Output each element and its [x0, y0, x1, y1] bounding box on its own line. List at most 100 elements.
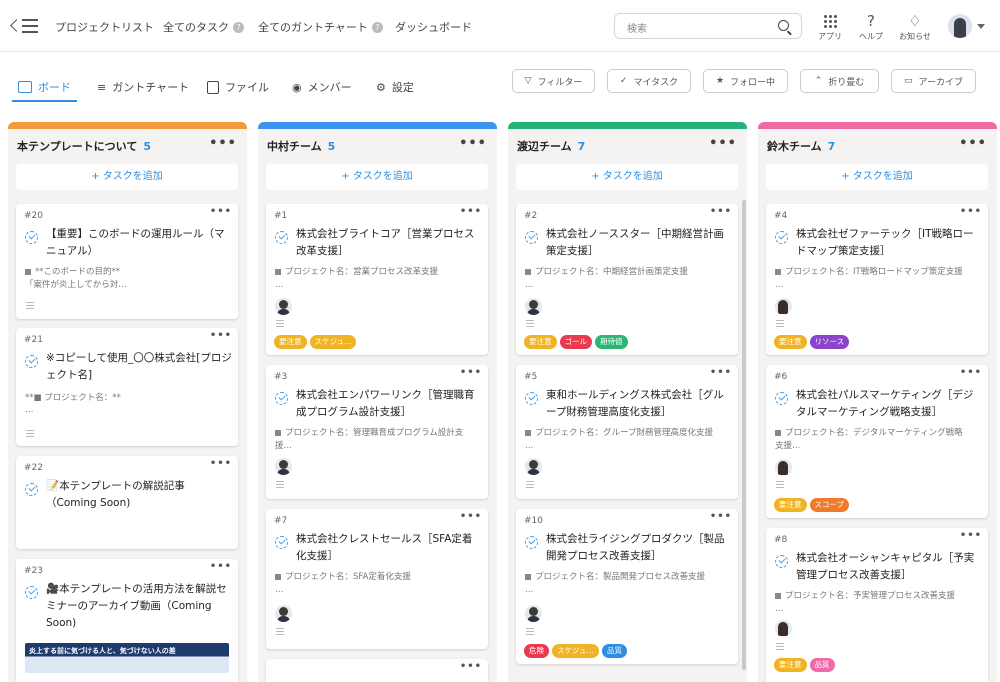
- column-scrollbar[interactable]: [742, 200, 746, 670]
- task-card[interactable]: •••: [266, 659, 488, 682]
- card-more-icon[interactable]: •••: [460, 367, 482, 378]
- tag[interactable]: リソース: [809, 335, 850, 349]
- tag[interactable]: スケジュ…: [552, 644, 599, 658]
- collapse-button[interactable]: ⌃ 折り畳む: [800, 69, 879, 93]
- nav-dashboard[interactable]: ダッシュボード: [395, 19, 472, 35]
- card-more-icon[interactable]: •••: [710, 367, 732, 378]
- task-title: 🎥本テンプレートの活用方法を解説セミナーのアーカイブ動画（Coming Soon…: [46, 583, 227, 629]
- tab-board[interactable]: ボード: [12, 72, 77, 102]
- check-circle-icon[interactable]: [525, 231, 538, 244]
- column-more-icon[interactable]: •••: [459, 136, 487, 151]
- task-card[interactable]: #22 ••• 📝本テンプレートの解説記事（Coming Soon): [16, 456, 238, 549]
- card-more-icon[interactable]: •••: [710, 511, 732, 522]
- card-more-icon[interactable]: •••: [460, 206, 482, 217]
- description-icon: [526, 320, 534, 327]
- board-icon: [18, 81, 32, 93]
- help-button[interactable]: ? ヘルプ: [851, 11, 891, 42]
- card-more-icon[interactable]: •••: [210, 561, 232, 572]
- column-more-icon[interactable]: •••: [709, 136, 737, 151]
- filter-button[interactable]: ▽ フィルター: [512, 69, 595, 93]
- task-card[interactable]: #20 ••• 【重要】このボードの運用ルール（マニュアル） **このボードの目…: [16, 204, 238, 319]
- tab-members[interactable]: ◉ メンバー: [292, 72, 352, 102]
- tag[interactable]: 要注意: [524, 335, 557, 349]
- task-card[interactable]: #7 ••• 株式会社クレストセールス［SFA定着化支援］ プロジェクト名：SF…: [266, 509, 488, 649]
- card-more-icon[interactable]: •••: [960, 206, 982, 217]
- assignee-avatar[interactable]: [275, 298, 292, 315]
- check-circle-icon[interactable]: [25, 586, 38, 599]
- help-circle-icon[interactable]: ?: [371, 21, 383, 33]
- notifications-button[interactable]: ♢ お知らせ: [895, 11, 935, 42]
- card-more-icon[interactable]: •••: [960, 530, 982, 541]
- task-card[interactable]: #6 ••• 株式会社パルスマーケティング［デジタルマーケティング戦略支援］ プ…: [766, 365, 988, 518]
- check-circle-icon[interactable]: [775, 392, 788, 405]
- search-input[interactable]: 検索: [614, 13, 802, 39]
- tag[interactable]: 危険: [524, 644, 549, 658]
- card-more-icon[interactable]: •••: [710, 206, 732, 217]
- check-circle-icon[interactable]: [775, 231, 788, 244]
- assignee-avatar[interactable]: [775, 459, 792, 476]
- assignee-avatar[interactable]: [525, 605, 542, 622]
- check-circle-icon[interactable]: [275, 392, 288, 405]
- check-circle-icon[interactable]: [275, 536, 288, 549]
- task-card[interactable]: #21 ••• ※コピーして使用_〇〇株式会社[プロジェクト名] **■ プロジ…: [16, 328, 238, 446]
- tab-gantt[interactable]: ≡ ガントチャート: [97, 72, 189, 102]
- task-card[interactable]: #8 ••• 株式会社オーシャンキャピタル［予実管理プロセス改善支援］ プロジェ…: [766, 528, 988, 682]
- card-more-icon[interactable]: •••: [460, 511, 482, 522]
- assignee-avatar[interactable]: [275, 605, 292, 622]
- my-tasks-button[interactable]: ✓ マイタスク: [607, 69, 691, 93]
- tag[interactable]: ゴール: [559, 335, 592, 349]
- check-circle-icon[interactable]: [25, 483, 38, 496]
- apps-button[interactable]: アプリ: [810, 11, 850, 42]
- search-icon[interactable]: [778, 20, 789, 31]
- tag[interactable]: スコープ: [809, 498, 850, 512]
- nav-project-list[interactable]: プロジェクトリスト: [55, 19, 154, 35]
- task-card[interactable]: #3 ••• 株式会社エンパワーリンク［管理職育成プログラム設計支援］ プロジェ…: [266, 365, 488, 499]
- tag[interactable]: 要注意: [774, 498, 807, 512]
- assignee-avatar[interactable]: [275, 458, 292, 475]
- nav-all-gantt[interactable]: 全てのガントチャート?: [258, 19, 383, 35]
- check-circle-icon[interactable]: [25, 231, 38, 244]
- task-card[interactable]: #23 ••• 🎥本テンプレートの活用方法を解説セミナーのアーカイブ動画（Com…: [16, 559, 238, 682]
- add-task-button[interactable]: + タスクを追加: [266, 164, 488, 190]
- check-circle-icon[interactable]: [525, 536, 538, 549]
- tab-files[interactable]: ファイル: [207, 72, 269, 102]
- task-card[interactable]: #2 ••• 株式会社ノーススター［中期経営計画策定支援］ プロジェクト名：中期…: [516, 204, 738, 355]
- check-circle-icon[interactable]: [275, 231, 288, 244]
- add-task-button[interactable]: + タスクを追加: [16, 164, 238, 190]
- task-card[interactable]: #10 ••• 株式会社ライジングプロダクツ［製品開発プロセス改善支援］ プロジ…: [516, 509, 738, 664]
- assignee-avatar[interactable]: [775, 620, 792, 637]
- tag[interactable]: 要注意: [774, 658, 807, 672]
- tag[interactable]: 要注意: [274, 335, 307, 349]
- nav-all-tasks[interactable]: 全てのタスク?: [163, 19, 244, 35]
- assignee-avatar[interactable]: [525, 458, 542, 475]
- tag[interactable]: スケジュ…: [309, 335, 357, 349]
- archive-button[interactable]: ▭ アーカイブ: [891, 69, 976, 93]
- check-circle-icon[interactable]: [775, 555, 788, 568]
- tab-settings[interactable]: ⚙ 設定: [376, 72, 414, 102]
- tag[interactable]: 品質: [809, 658, 835, 672]
- user-avatar[interactable]: [948, 14, 972, 38]
- card-more-icon[interactable]: •••: [960, 367, 982, 378]
- task-card[interactable]: #1 ••• 株式会社ブライトコア［営業プロセス改革支援］ プロジェクト名：営業…: [266, 204, 488, 355]
- card-more-icon[interactable]: •••: [210, 206, 232, 217]
- column-more-icon[interactable]: •••: [959, 136, 987, 151]
- card-more-icon[interactable]: •••: [210, 458, 232, 469]
- task-card[interactable]: #4 ••• 株式会社ゼファーテック［IT戦略ロードマップ策定支援］ プロジェク…: [766, 204, 988, 355]
- tag[interactable]: 期待値: [595, 335, 628, 349]
- chevron-down-icon[interactable]: [977, 24, 985, 33]
- check-circle-icon[interactable]: [525, 392, 538, 405]
- task-card[interactable]: #5 ••• 東和ホールディングス株式会社［グループ財務管理高度化支援］ プロジ…: [516, 365, 738, 499]
- following-button[interactable]: ★ フォロー中: [703, 69, 788, 93]
- card-more-icon[interactable]: •••: [210, 330, 232, 341]
- tag[interactable]: 品質: [601, 644, 627, 658]
- check-circle-icon[interactable]: [25, 355, 38, 368]
- help-circle-icon[interactable]: ?: [233, 21, 244, 33]
- add-task-button[interactable]: + タスクを追加: [516, 164, 738, 190]
- tag[interactable]: 要注意: [774, 335, 807, 349]
- sidebar-toggle-icon[interactable]: [10, 16, 38, 36]
- assignee-avatar[interactable]: [775, 298, 792, 315]
- column-more-icon[interactable]: •••: [209, 136, 237, 151]
- video-thumbnail[interactable]: 炎上する前に気づける人と、気づけない人の差: [25, 643, 229, 673]
- assignee-avatar[interactable]: [525, 298, 542, 315]
- add-task-button[interactable]: + タスクを追加: [766, 164, 988, 190]
